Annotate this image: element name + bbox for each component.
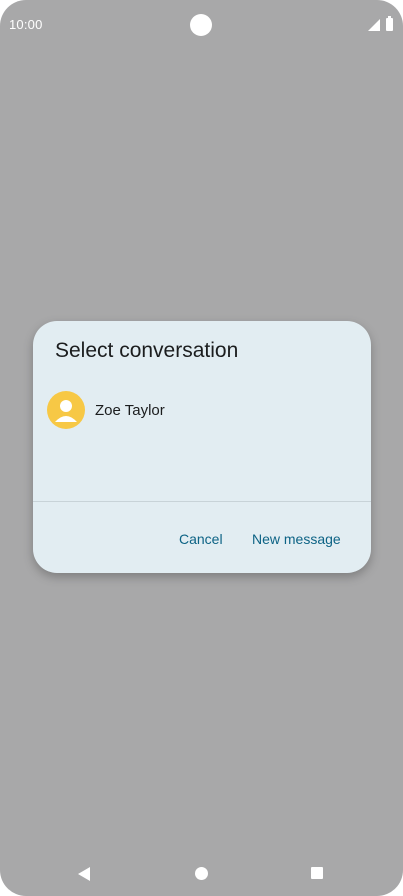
status-time: 10:00	[9, 17, 43, 32]
status-bar: 10:00	[0, 0, 403, 50]
select-conversation-dialog: Select conversation Zoe Taylor Cancel Ne…	[33, 321, 371, 573]
avatar	[47, 391, 85, 429]
battery-icon	[386, 16, 393, 31]
dialog-title: Select conversation	[55, 339, 239, 362]
cancel-button[interactable]: Cancel	[179, 522, 223, 556]
person-icon	[55, 400, 77, 422]
signal-icon	[368, 19, 380, 31]
contact-name: Zoe Taylor	[95, 402, 165, 419]
navigation-bar	[0, 852, 403, 896]
camera-cutout	[190, 14, 212, 36]
contact-list-item[interactable]: Zoe Taylor	[33, 389, 371, 431]
phone-screen: 10:00 Select conversation Zoe Taylor Can…	[0, 0, 403, 896]
recents-icon[interactable]	[311, 867, 323, 879]
back-icon[interactable]	[78, 867, 90, 881]
new-message-button[interactable]: New message	[252, 522, 341, 556]
dialog-divider	[33, 501, 371, 502]
home-icon[interactable]	[195, 867, 208, 880]
